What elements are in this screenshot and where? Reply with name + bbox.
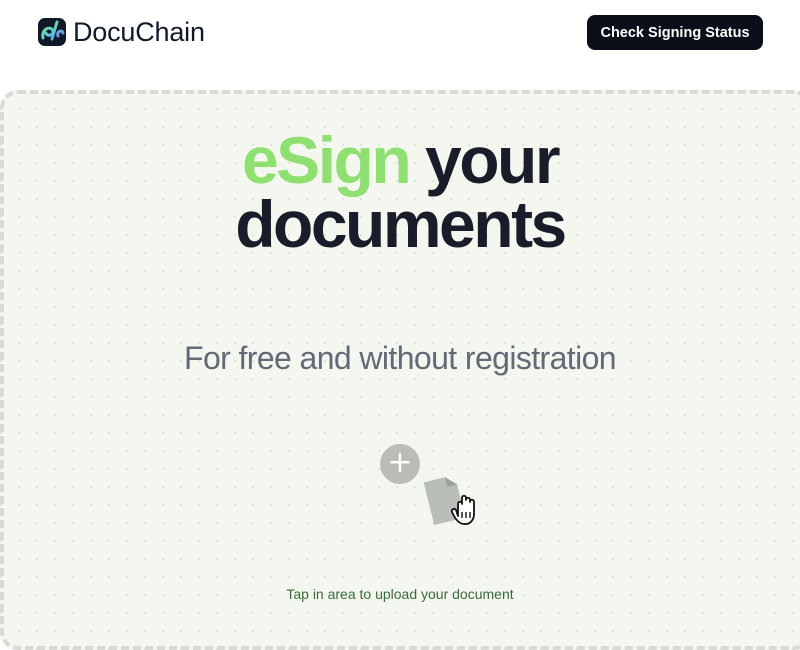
upload-illustration[interactable]: + <box>378 444 488 530</box>
plus-icon[interactable]: + <box>380 444 420 484</box>
hero-title-line-2: documents <box>235 187 567 261</box>
hero-title-line-1: eSign your <box>0 127 800 193</box>
check-signing-status-button[interactable]: Check Signing Status <box>587 15 763 50</box>
brand[interactable]: DocuChain <box>37 16 205 48</box>
hero-accent-word: eSign <box>241 123 412 197</box>
top-navigation-bar: DocuChain Check Signing Status <box>0 0 800 64</box>
document-hand-icon <box>423 477 475 526</box>
hero-title: eSign your documents <box>0 127 800 261</box>
hero-subtitle: For free and without registration <box>184 340 617 376</box>
brand-name: DocuChain <box>73 16 205 47</box>
docuchain-logo-icon <box>38 18 66 46</box>
hero-title-rest: your <box>409 123 561 197</box>
